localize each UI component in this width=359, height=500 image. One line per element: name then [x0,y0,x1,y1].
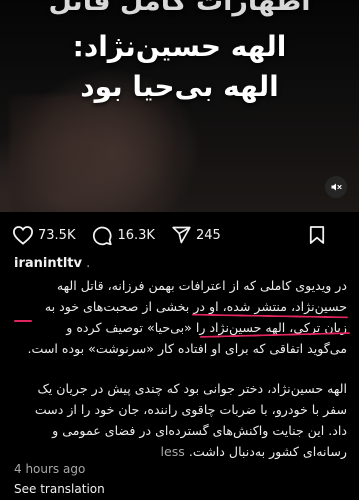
caption-line: می‌گوید اتفاقی که برای او افتاده کار «سر… [27,341,347,356]
bookmark-icon [309,226,325,244]
video-title-line-1: اظهارات کامل قاتل [48,0,311,17]
annotation-underline [14,320,32,322]
post-video[interactable]: اظهارات کامل قاتل الهه حسین‌نژاد: الهه ب… [0,0,359,212]
like-button[interactable]: 73.5K [12,225,75,245]
username-text[interactable]: iranintltv [14,256,82,271]
see-translation-link[interactable]: See translation [14,482,105,496]
speaker-muted-icon[interactable] [325,176,347,198]
share-count: 245 [195,227,221,243]
caption-line: حسین‌نژاد، منتشر شده، او در بخشی از صحبت… [44,299,347,314]
caption-line: داد. این جنایت واکنش‌های گسترده‌ای در فض… [52,423,347,438]
comment-button[interactable]: 16.3K [91,225,155,246]
username-suffix: . [81,256,91,271]
action-bar: 73.5K 16.3K 245 [12,222,345,248]
post-username[interactable]: iranintltv . [14,256,90,271]
video-title-line-3: الهه بی‌حیا بود [80,70,279,103]
like-count: 73.5K [38,227,76,243]
post-timestamp: 4 hours ago [14,462,86,476]
caption-line: الهه حسین‌نژاد، دختر جوانی بود که چندی پ… [37,381,347,396]
comment-icon [93,226,113,245]
caption-paragraph-2: الهه حسین‌نژاد، دختر جوانی بود که چندی پ… [12,378,347,462]
send-icon [172,226,191,244]
caption-line: در ویدیوی کاملی که از اعترافات بهمن فرزا… [56,278,347,293]
caption-line: سفر با خودرو، با ضربات چاقوی راننده، جان… [34,402,347,417]
less-button[interactable]: less [161,444,185,459]
video-subject [10,95,180,212]
share-button[interactable]: 245 [171,225,221,245]
caption-last-text: رسانه‌ای کشور به‌دنبال داشت. [188,444,347,459]
caption-line-last: رسانه‌ای کشور به‌دنبال داشت. less [12,441,348,462]
video-title-line-2: الهه حسین‌نژاد: [72,30,287,63]
heart-icon [12,226,34,245]
save-button[interactable] [309,225,329,245]
comment-count: 16.3K [117,227,155,243]
